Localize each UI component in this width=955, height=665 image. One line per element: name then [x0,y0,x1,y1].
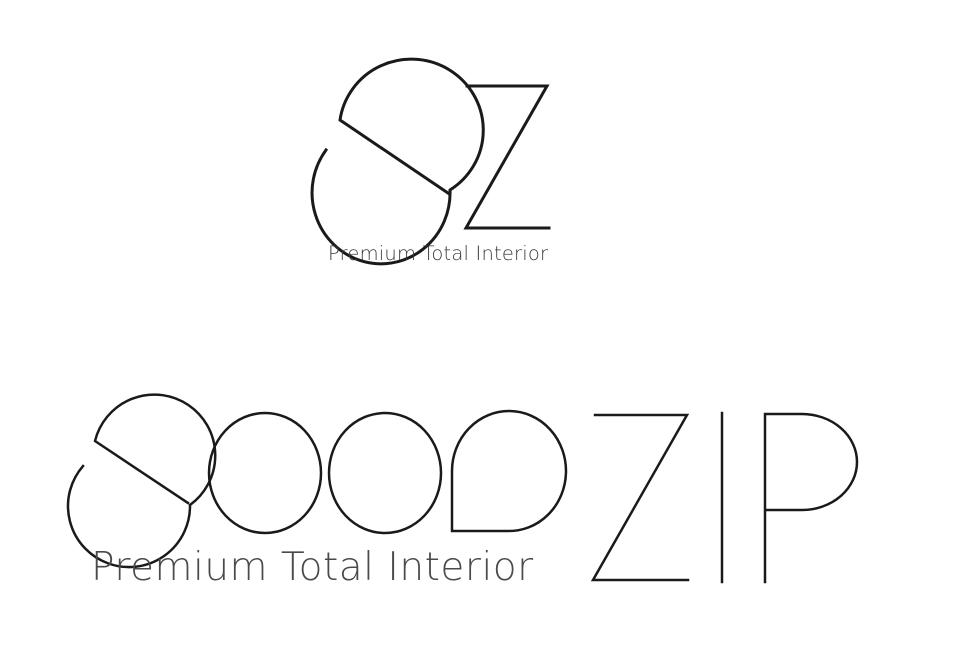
logo-sheet: Premium Total Interior Premium Total Int… [0,0,955,665]
large-logo-glyph-1 [66,393,217,569]
small-logo-mark [310,57,551,266]
large-logo-glyph-4 [450,409,568,533]
small-logo-tagline: Premium Total Interior [328,242,549,265]
large-logo-p-glyph [763,412,859,584]
small-logo-o-glyph [310,57,485,266]
large-logo-z-glyph [590,413,690,582]
large-logo-glyph-3 [327,411,443,535]
large-logo-tagline: Premium Total Interior [91,545,534,590]
large-logo-glyph-2 [207,411,323,535]
